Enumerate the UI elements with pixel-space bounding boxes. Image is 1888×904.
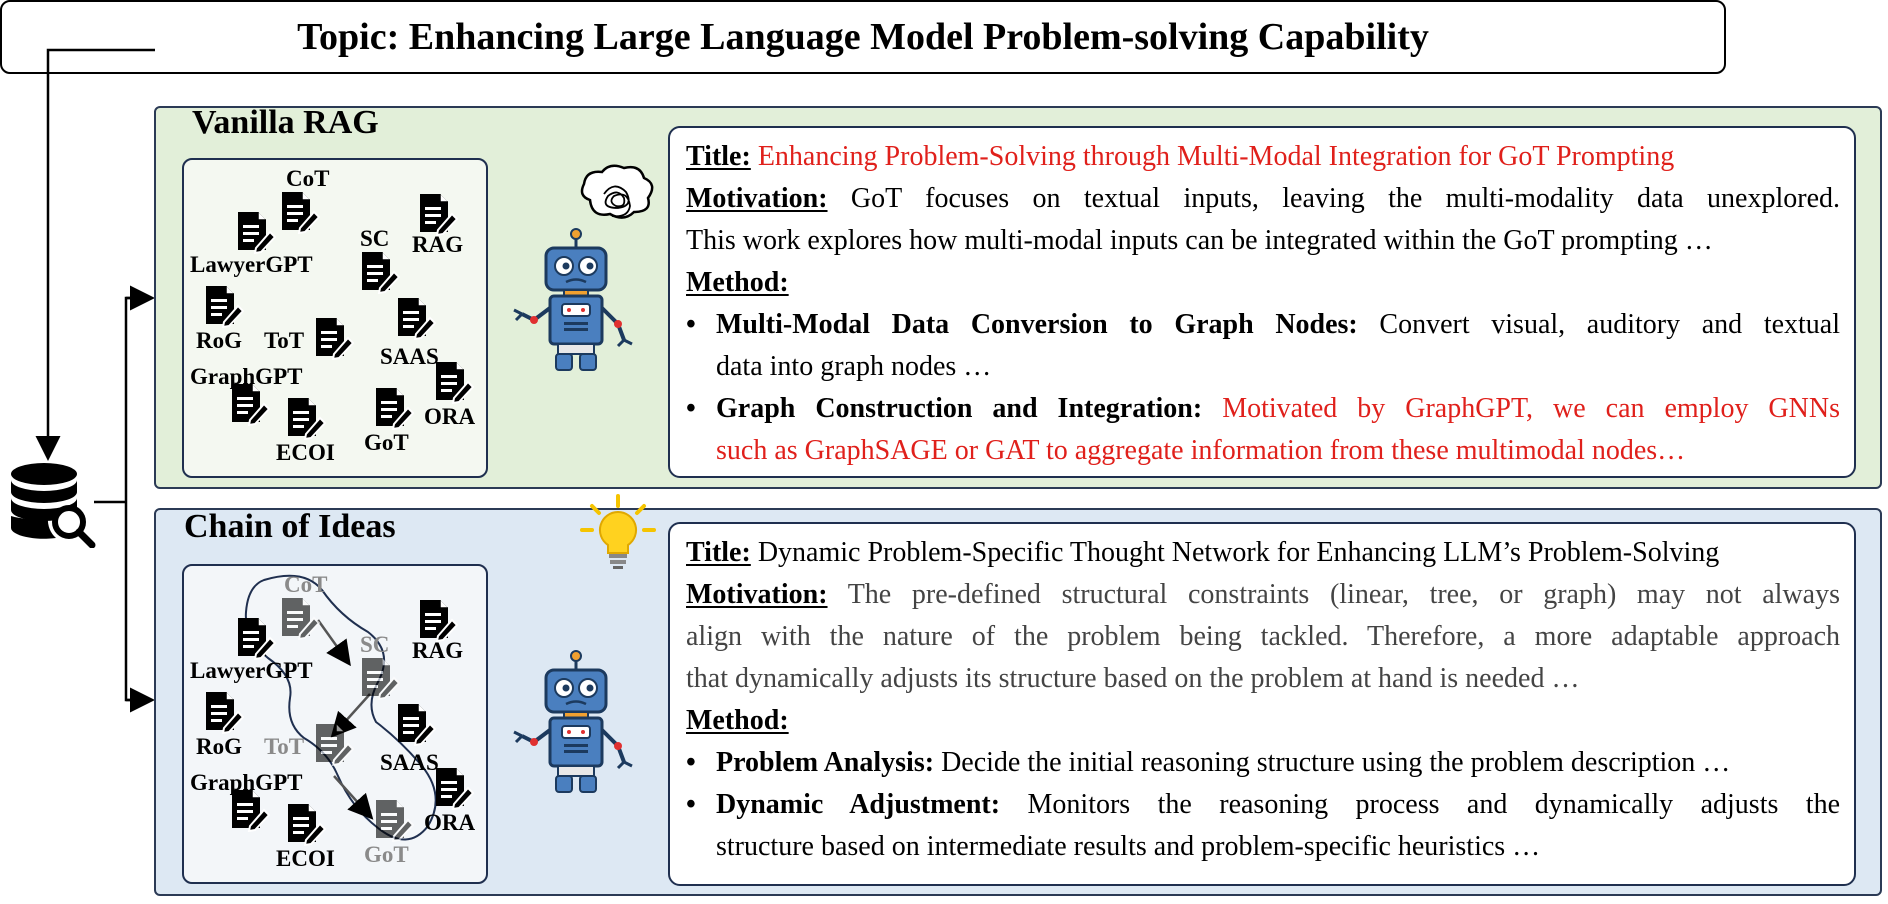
idea-card-coi: Title: Dynamic Problem-Specific Thought … [668, 522, 1856, 886]
doc-label-rog: RoG [196, 734, 242, 759]
motivation-text: align with the nature of the problem bei… [686, 621, 1840, 652]
document-edit-icon [432, 766, 474, 810]
document-edit-icon [228, 788, 270, 832]
doc-label-tot: ToT [264, 734, 305, 759]
idea-title: Dynamic Problem-Specific Thought Network… [757, 537, 1720, 568]
doc-label-cot: CoT [286, 166, 330, 191]
method-label: Method: [686, 705, 789, 736]
motivation-text: This work explores how multi-modal input… [686, 225, 1713, 256]
panel-title: Vanilla RAG [192, 104, 379, 141]
doc-label-cot: CoT [284, 572, 328, 597]
robot-icon [506, 650, 646, 800]
document-pool: CoT LawyerGPT SC RAG RoG ToT SAAS GraphG… [182, 564, 488, 884]
document-edit-icon [372, 386, 414, 430]
doc-label-saas: SAAS [380, 344, 439, 369]
bullet-icon: • [686, 747, 696, 778]
document-edit-icon [416, 598, 458, 642]
idea-card-rag: Title: Enhancing Problem-Solving through… [668, 126, 1856, 478]
method-bullet-text: Decide the initial reasoning structure u… [941, 747, 1731, 778]
doc-label-saas: SAAS [380, 750, 439, 775]
doc-label-lawyergpt: LawyerGPT [190, 252, 313, 277]
method-bullet-text: Monitors the reasoning process and dynam… [1027, 789, 1840, 820]
method-bullet-text: data into graph nodes … [716, 351, 992, 382]
document-edit-icon [284, 396, 326, 440]
motivation-text: The pre-defined structural constraints (… [847, 579, 1841, 610]
motivation-label: Motivation: [686, 183, 828, 214]
method-bullet-text: Convert visual, auditory and textual [1379, 309, 1841, 340]
document-edit-icon [278, 596, 320, 640]
doc-label-got: GoT [364, 430, 409, 455]
motivation-text: GoT focuses on textual inputs, leaving t… [850, 183, 1841, 214]
vanilla-rag-panel: Vanilla RAG CoT LawyerGPT SC RAG RoG ToT… [154, 104, 1882, 489]
method-label: Method: [686, 267, 789, 298]
document-edit-icon [228, 382, 270, 426]
doc-label-rag: RAG [412, 638, 464, 663]
doc-label-rog: RoG [196, 328, 242, 353]
document-edit-icon [278, 190, 320, 234]
method-bullet-label: Graph Construction and Integration: [716, 393, 1203, 424]
doc-label-rag: RAG [412, 232, 464, 257]
document-edit-icon [372, 798, 414, 842]
document-edit-icon [284, 802, 326, 846]
title-label: Title: [686, 537, 751, 568]
document-edit-icon [312, 316, 354, 360]
lightbulb-icon [580, 494, 656, 569]
chain-of-ideas-panel: Chain of Ideas CoT LawyerGPT SC RAG RoG … [154, 494, 1882, 896]
document-edit-icon [358, 656, 400, 700]
document-edit-icon [432, 360, 474, 404]
bullet-icon: • [686, 789, 696, 820]
document-edit-icon [358, 250, 400, 294]
idea-title: Enhancing Problem-Solving through Multi-… [757, 141, 1675, 172]
method-bullet-label: Dynamic Adjustment: [716, 789, 1001, 820]
thought-scribble-icon [580, 164, 654, 219]
motivation-text: that dynamically adjusts its structure b… [686, 663, 1580, 694]
doc-label-sc: SC [360, 226, 390, 251]
method-bullet-text: Motivated by GraphGPT, we can employ GNN… [1222, 393, 1840, 424]
doc-label-ora: ORA [424, 404, 476, 429]
document-edit-icon [202, 690, 244, 734]
method-bullet-text: such as GraphSAGE or GAT to aggregate in… [716, 435, 1686, 466]
document-edit-icon [416, 192, 458, 236]
title-label: Title: [686, 141, 751, 172]
document-edit-icon [234, 616, 276, 660]
bullet-icon: • [686, 393, 696, 424]
document-pool: CoT LawyerGPT SC RAG RoG ToT SAAS GraphG… [182, 158, 488, 478]
document-edit-icon [234, 210, 276, 254]
document-edit-icon [312, 722, 354, 766]
document-edit-icon [202, 284, 244, 328]
method-bullet-label: Problem Analysis: [716, 747, 935, 778]
robot-icon [506, 228, 646, 378]
method-bullet-label: Multi-Modal Data Conversion to Graph Nod… [716, 309, 1358, 340]
doc-label-ecoi: ECOI [276, 440, 335, 465]
method-bullet-text: structure based on intermediate results … [716, 831, 1541, 862]
doc-label-lawyergpt: LawyerGPT [190, 658, 313, 683]
doc-label-ora: ORA [424, 810, 476, 835]
document-edit-icon [394, 702, 436, 746]
doc-label-sc: SC [360, 632, 390, 657]
document-edit-icon [394, 296, 436, 340]
bullet-icon: • [686, 309, 696, 340]
motivation-label: Motivation: [686, 579, 828, 610]
doc-label-ecoi: ECOI [276, 846, 335, 871]
doc-label-got: GoT [364, 842, 409, 867]
panel-title: Chain of Ideas [184, 508, 396, 545]
doc-label-tot: ToT [264, 328, 305, 353]
database-search-icon [11, 463, 96, 548]
